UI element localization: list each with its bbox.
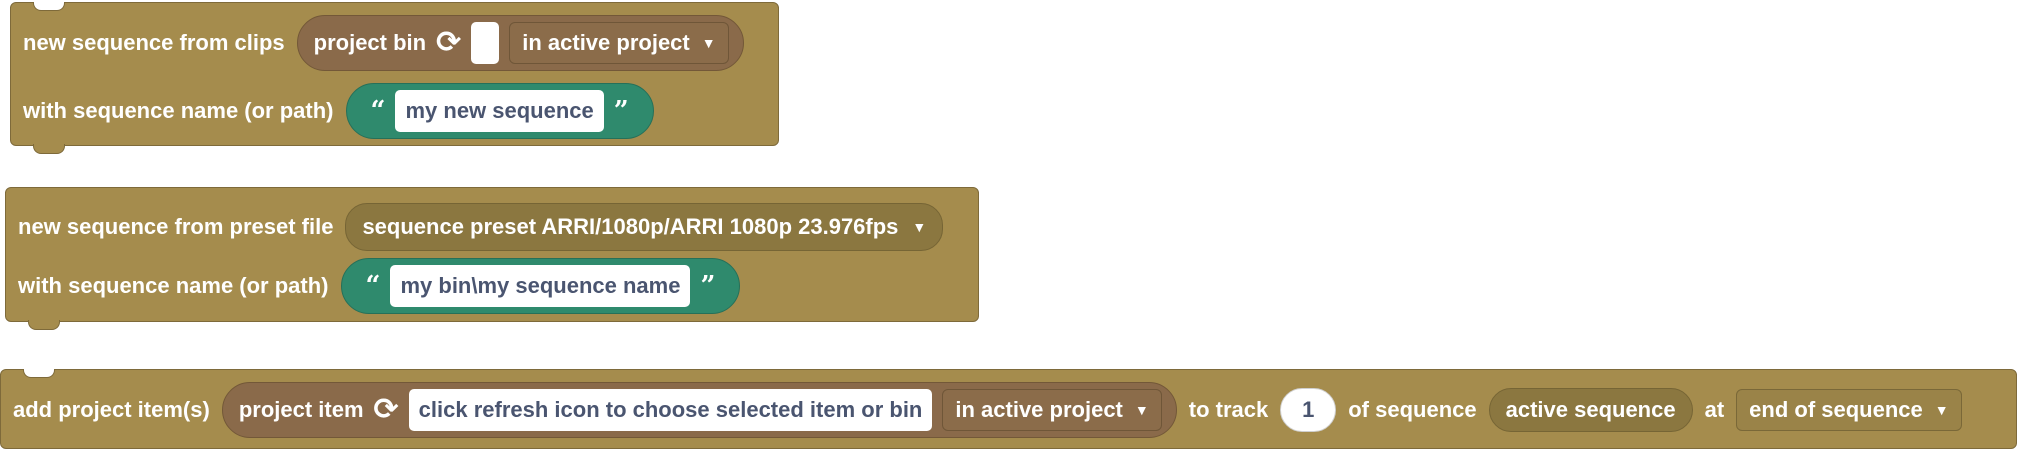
chevron-down-icon: ▼ xyxy=(1134,402,1149,418)
block-connector xyxy=(28,320,60,330)
source-label: project bin xyxy=(313,30,427,55)
chevron-down-icon: ▼ xyxy=(701,35,716,51)
add-project-items-block[interactable]: add project item(s) project item ⟳ click… xyxy=(0,369,2017,449)
to-track-label: to track xyxy=(1188,397,1269,422)
preset-dropdown[interactable]: sequence preset ARRI/1080p/ARRI 1080p 23… xyxy=(345,203,944,251)
refresh-icon[interactable]: ⟳ xyxy=(436,28,461,58)
new-sequence-from-preset-block[interactable]: new sequence from preset file sequence p… xyxy=(5,187,979,330)
item-text-field[interactable]: click refresh icon to choose selected it… xyxy=(408,389,933,431)
bin-text-field[interactable] xyxy=(471,22,500,64)
preset-dropdown-value: sequence preset ARRI/1080p/ARRI 1080p 23… xyxy=(362,214,899,239)
chevron-down-icon: ▼ xyxy=(912,219,927,235)
block-label: new sequence from clips xyxy=(23,30,285,55)
block-connector xyxy=(33,144,65,154)
new-sequence-from-clips-block[interactable]: new sequence from clips project bin ⟳ in… xyxy=(10,2,779,154)
open-quote-icon: “ xyxy=(370,96,386,126)
sequence-value: active sequence xyxy=(1505,397,1676,422)
item-label: project item xyxy=(238,397,364,422)
sequence-name-field[interactable]: my bin\my sequence name xyxy=(390,265,691,307)
block-label: new sequence from preset file xyxy=(18,214,334,239)
scope-dropdown[interactable]: in active project ▼ xyxy=(509,22,729,64)
track-number-field[interactable]: 1 xyxy=(1280,388,1337,432)
open-quote-icon: “ xyxy=(365,271,381,301)
sequence-name-string[interactable]: “ my new sequence ” xyxy=(345,83,654,139)
sequence-name-label: with sequence name (or path) xyxy=(18,273,329,298)
block-notch xyxy=(33,2,65,11)
close-quote-icon: ” xyxy=(700,271,716,301)
scope-dropdown[interactable]: in active project ▼ xyxy=(942,389,1162,431)
project-item-input[interactable]: project item ⟳ click refresh icon to cho… xyxy=(221,382,1177,438)
refresh-icon[interactable]: ⟳ xyxy=(374,395,399,425)
chevron-down-icon: ▼ xyxy=(1934,402,1949,418)
position-dropdown-value: end of sequence xyxy=(1749,397,1923,422)
project-bin-input[interactable]: project bin ⟳ in active project ▼ xyxy=(296,15,744,71)
scope-dropdown-value: in active project xyxy=(522,30,690,55)
block-notch xyxy=(23,369,55,378)
sequence-name-field[interactable]: my new sequence xyxy=(395,90,604,132)
position-dropdown[interactable]: end of sequence ▼ xyxy=(1736,389,1962,431)
block-label: add project item(s) xyxy=(13,397,210,422)
scope-dropdown-value: in active project xyxy=(955,397,1123,422)
at-label: at xyxy=(1704,397,1725,422)
sequence-name-label: with sequence name (or path) xyxy=(23,98,334,123)
of-sequence-label: of sequence xyxy=(1348,397,1477,422)
sequence-input[interactable]: active sequence xyxy=(1488,388,1693,432)
sequence-name-string[interactable]: “ my bin\my sequence name ” xyxy=(340,258,741,314)
close-quote-icon: ” xyxy=(613,96,629,126)
